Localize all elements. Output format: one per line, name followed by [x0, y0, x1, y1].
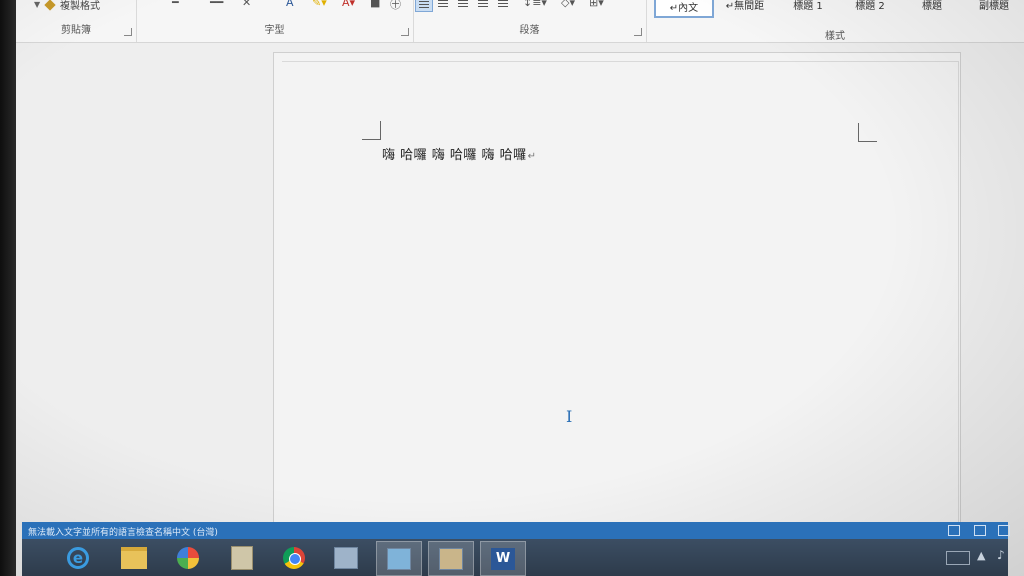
paragraph-group-label: 段落 — [519, 25, 540, 36]
margin-corner-top-right — [858, 123, 877, 142]
doc-icon — [231, 545, 253, 570]
taskbar-internet-explorer[interactable]: e — [56, 541, 100, 574]
ribbon: ▼ 複製格式 剪貼簿 ━ ━━ ✕ A ✎▾ A▾ ■ ㊉ 字型 ↕≡▾ ◇▾ … — [16, 0, 1024, 43]
chevron-up-icon[interactable]: ▲ — [977, 549, 985, 562]
clipboard-group: ▼ 複製格式 剪貼簿 — [16, 0, 137, 42]
folder-icon — [121, 546, 147, 569]
styles-group: ↵內文 ↵無間距 標題 1 標題 2 標題 副標題 樣式 — [646, 0, 1024, 42]
distributed-button[interactable] — [495, 0, 511, 10]
styles-group-label: 樣式 — [825, 31, 845, 42]
font-clear-button[interactable]: ✕ — [242, 0, 251, 9]
font-size-button[interactable]: ━━ — [210, 0, 223, 9]
paragraph-group: ↕≡▾ ◇▾ ⊞▾ 段落 — [413, 0, 647, 42]
status-bar: 無法載入文字並所有的語言檢查名稱中文 (台灣) — [22, 522, 1010, 539]
font-color-icon[interactable]: A▾ — [342, 0, 355, 9]
brush-icon — [44, 0, 56, 11]
document-text: 嗨 哈囉 嗨 哈囉 嗨 哈囉 — [382, 148, 527, 163]
taskbar-file-explorer[interactable] — [112, 541, 156, 574]
shading-icon[interactable]: ◇▾ — [561, 0, 575, 9]
style-heading-1[interactable]: 標題 1 — [780, 0, 836, 14]
chevron-down-icon[interactable]: ▼ — [34, 0, 40, 9]
taskbar-app-7[interactable] — [376, 541, 422, 576]
clipboard-group-label: 剪貼簿 — [61, 25, 91, 36]
taskbar-color-app[interactable] — [166, 541, 210, 574]
chrome-icon — [283, 546, 305, 569]
style-no-spacing[interactable]: ↵無間距 — [716, 0, 774, 14]
app-icon — [387, 547, 411, 570]
app-icon — [334, 546, 358, 569]
font-group-label: 字型 — [264, 25, 285, 36]
print-layout-icon[interactable] — [974, 525, 986, 536]
taskbar-document-app[interactable] — [220, 541, 264, 574]
clipboard-launcher-icon[interactable] — [124, 28, 132, 36]
text-effects-icon[interactable]: A — [286, 0, 294, 9]
font-command-button[interactable]: ━ — [172, 0, 179, 9]
style-subtitle[interactable]: 副標題 — [966, 0, 1022, 14]
read-mode-icon[interactable] — [948, 525, 960, 536]
borders-icon[interactable]: ⊞▾ — [589, 0, 604, 9]
char-shading-icon[interactable]: ■ — [370, 0, 380, 9]
style-normal[interactable]: ↵內文 — [654, 0, 714, 18]
taskbar-word[interactable]: W — [480, 541, 526, 576]
web-layout-icon[interactable] — [998, 525, 1010, 536]
taskbar-app-6[interactable] — [324, 541, 368, 574]
taskbar-app-8[interactable] — [428, 541, 474, 576]
align-right-button[interactable] — [455, 0, 471, 10]
taskbar-chrome[interactable] — [272, 541, 316, 574]
style-heading-2[interactable]: 標題 2 — [842, 0, 898, 14]
highlight-icon[interactable]: ✎▾ — [312, 0, 327, 9]
app-icon — [439, 547, 463, 570]
format-painter-button[interactable]: 複製格式 — [44, 0, 100, 12]
speaker-icon[interactable]: ♪ — [997, 548, 1005, 562]
word-icon: W — [491, 547, 515, 570]
paragraph-mark: ↵ — [527, 151, 537, 162]
status-text: 無法載入文字並所有的語言檢查名稱中文 (台灣) — [28, 528, 218, 538]
style-title[interactable]: 標題 — [904, 0, 960, 14]
ie-icon: e — [67, 546, 89, 569]
document-body-text[interactable]: 嗨 哈囉 嗨 哈囉 嗨 哈囉↵ — [382, 144, 537, 163]
enclose-char-icon[interactable]: ㊉ — [390, 0, 401, 11]
font-group: ━ ━━ ✕ A ✎▾ A▾ ■ ㊉ 字型 — [136, 0, 414, 42]
monitor-bezel — [0, 0, 16, 576]
align-center-button[interactable] — [435, 0, 451, 10]
font-launcher-icon[interactable] — [401, 28, 409, 36]
taskbar: e W ▲ ♪ — [22, 539, 1008, 576]
color-icon — [177, 546, 199, 569]
align-left-button[interactable] — [415, 0, 433, 12]
document-page[interactable]: 嗨 哈囉 嗨 哈囉 嗨 哈囉↵ I — [273, 52, 961, 524]
paragraph-launcher-icon[interactable] — [634, 28, 642, 36]
margin-corner-top-left — [362, 121, 381, 140]
text-cursor-icon: I — [566, 407, 573, 426]
keyboard-icon[interactable] — [946, 551, 970, 565]
line-spacing-icon[interactable]: ↕≡▾ — [523, 0, 547, 9]
screen: ▼ 複製格式 剪貼簿 ━ ━━ ✕ A ✎▾ A▾ ■ ㊉ 字型 ↕≡▾ ◇▾ … — [16, 0, 1024, 576]
justify-button[interactable] — [475, 0, 491, 10]
